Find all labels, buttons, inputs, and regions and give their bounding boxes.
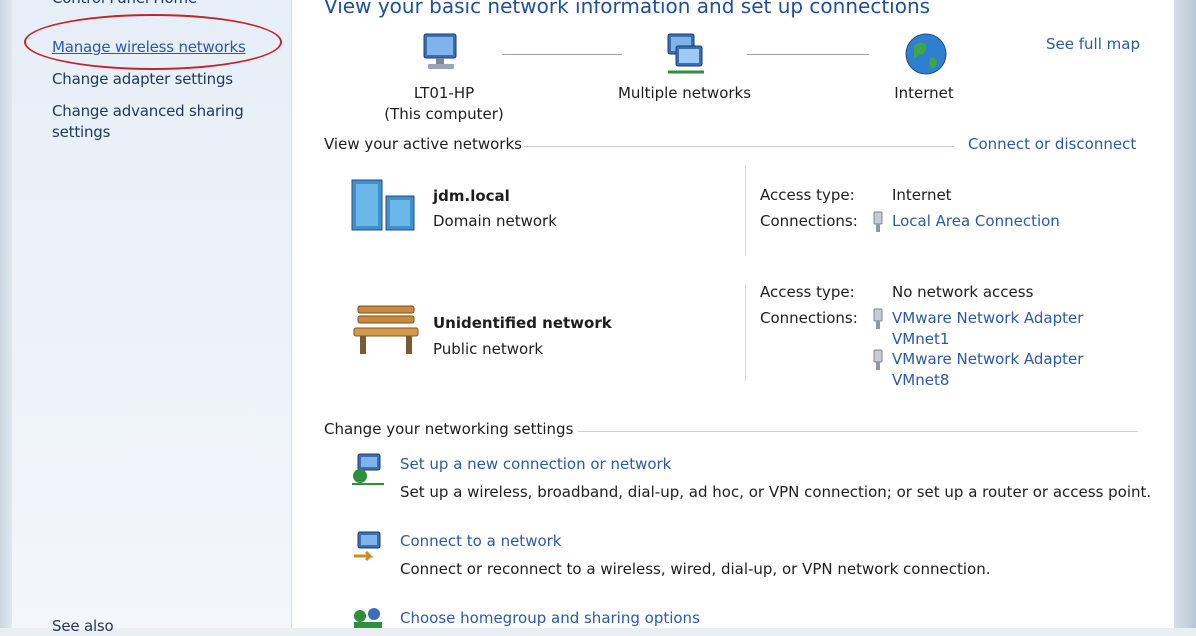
new-connection-icon — [352, 453, 384, 485]
network-1-divider — [745, 166, 746, 256]
sidebar-item-change-advanced-sharing-cont[interactable]: settings — [52, 122, 110, 142]
sidebar-see-also: See also — [52, 617, 114, 635]
map-computer-name: LT01-HP — [413, 84, 475, 102]
map-multiple-networks: Multiple networks — [617, 84, 752, 102]
task-3-link[interactable]: Choose homegroup and sharing options — [400, 608, 700, 629]
map-internet: Internet — [894, 84, 954, 102]
multiple-networks-icon — [667, 33, 704, 74]
active-header-divider — [524, 146, 954, 147]
task-2-link[interactable]: Connect to a network — [400, 531, 562, 552]
window-frame-right — [1174, 0, 1196, 628]
connect-network-icon — [354, 531, 381, 562]
network-2-name: Unidentified network — [433, 314, 612, 332]
network-1-name: jdm.local — [433, 187, 510, 205]
network-2-access-value: No network access — [892, 283, 1034, 301]
highlight-circle — [24, 14, 282, 70]
map-computer-sub: (This computer) — [384, 105, 504, 123]
change-settings-header: Change your networking settings — [324, 420, 574, 438]
ethernet-plug-icon — [873, 308, 883, 329]
ethernet-plug-icon — [873, 349, 883, 370]
sidebar-item-change-adapter-settings[interactable]: Change adapter settings — [52, 69, 233, 89]
network-2-connections-label: Connections: — [760, 309, 858, 327]
main-panel: View your basic network information and … — [292, 0, 1174, 628]
homegroup-icon — [354, 608, 382, 628]
network-2-connection-1-link-cont[interactable]: VMnet1 — [892, 329, 949, 350]
network-2-type: Public network — [433, 340, 544, 358]
park-bench-icon — [353, 305, 419, 354]
internet-globe-icon — [905, 33, 947, 75]
computer-icon — [423, 33, 457, 69]
task-2-desc: Connect or reconnect to a wireless, wire… — [400, 560, 991, 578]
window-frame-left — [0, 0, 12, 628]
page-title: View your basic network information and … — [324, 0, 931, 18]
network-1-access-label: Access type: — [760, 186, 855, 204]
domain-network-icon — [351, 179, 415, 231]
sidebar-item-change-advanced-sharing[interactable]: Change advanced sharing — [52, 101, 244, 121]
map-connector-1 — [502, 54, 622, 55]
network-1-connections-label: Connections: — [760, 212, 858, 230]
network-2-connection-2-link-cont[interactable]: VMnet8 — [892, 370, 949, 391]
network-2-divider — [745, 285, 746, 381]
network-1-access-value: Internet — [892, 186, 952, 204]
task-1-link[interactable]: Set up a new connection or network — [400, 454, 671, 475]
map-connector-2 — [747, 54, 869, 55]
task-1-desc: Set up a wireless, broadband, dial-up, a… — [400, 483, 1152, 501]
connect-or-disconnect-link[interactable]: Connect or disconnect — [968, 134, 1136, 155]
network-1-connection-link[interactable]: Local Area Connection — [892, 211, 1060, 232]
network-2-access-label: Access type: — [760, 283, 855, 301]
active-networks-header: View your active networks — [324, 135, 522, 153]
change-header-divider — [578, 431, 1138, 432]
network-2-connection-2-link[interactable]: VMware Network Adapter — [892, 349, 1083, 370]
see-full-map-link[interactable]: See full map — [1046, 34, 1140, 55]
network-1-type: Domain network — [433, 212, 557, 230]
ethernet-plug-icon — [873, 211, 883, 232]
sidebar: Control Panel Home Manage wireless netwo… — [12, 0, 292, 635]
network-2-connection-1-link[interactable]: VMware Network Adapter — [892, 308, 1083, 329]
sidebar-item-control-panel-home[interactable]: Control Panel Home — [52, 0, 197, 8]
